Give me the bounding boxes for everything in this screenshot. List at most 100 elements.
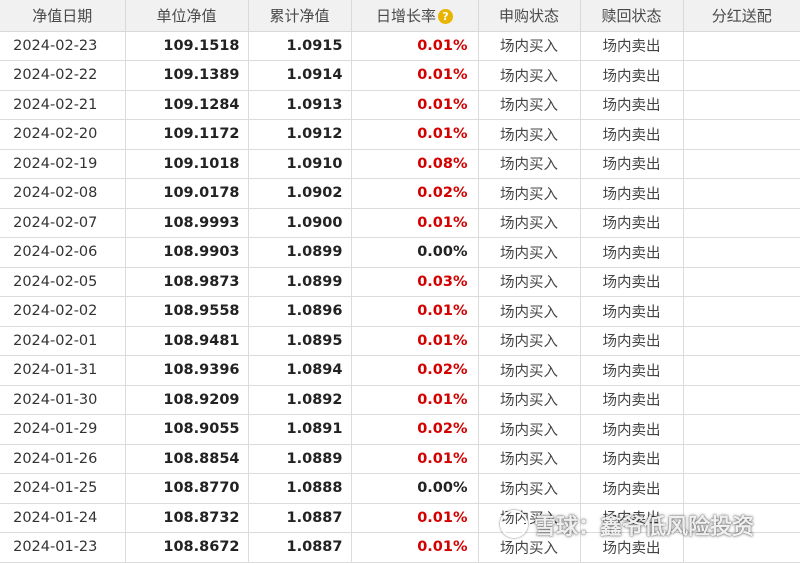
cell-daily-growth: 0.01% (351, 31, 479, 61)
cell-subscribe-status: 场内买入 (478, 414, 581, 445)
cell-daily-growth: 0.01% (351, 90, 479, 120)
cell-daily-growth: 0.01% (351, 296, 479, 327)
cell-dividend (683, 60, 800, 91)
cell-unit-nav: 108.9481 (125, 326, 249, 356)
cell-acc-nav: 1.0887 (248, 503, 352, 533)
cell-acc-nav: 1.0887 (248, 532, 352, 563)
cell-dividend (683, 473, 800, 504)
cell-date: 2024-01-31 (0, 355, 126, 386)
snowball-logo-icon (500, 510, 528, 538)
cell-daily-growth: 0.03% (351, 267, 479, 297)
cell-date: 2024-02-19 (0, 149, 126, 179)
cell-unit-nav: 109.1172 (125, 119, 249, 150)
cell-acc-nav: 1.0899 (248, 267, 352, 297)
cell-daily-growth: 0.02% (351, 355, 479, 386)
cell-daily-growth: 0.01% (351, 119, 479, 150)
cell-daily-growth: 0.02% (351, 178, 479, 209)
cell-redeem-status: 场内卖出 (580, 296, 684, 327)
cell-dividend (683, 267, 800, 297)
cell-unit-nav: 108.8854 (125, 444, 249, 474)
cell-redeem-status: 场内卖出 (580, 385, 684, 415)
cell-unit-nav: 108.8770 (125, 473, 249, 504)
table-row: 2024-02-06 108.9903 1.0899 0.00% 场内买入 场内卖出 (0, 237, 800, 268)
cell-date: 2024-02-01 (0, 326, 126, 356)
cell-subscribe-status: 场内买入 (478, 60, 581, 91)
cell-acc-nav: 1.0912 (248, 119, 352, 150)
table-row: 2024-02-20 109.1172 1.0912 0.01% 场内买入 场内卖出 (0, 119, 800, 150)
cell-date: 2024-02-22 (0, 60, 126, 91)
cell-redeem-status: 场内卖出 (580, 208, 684, 238)
cell-redeem-status: 场内卖出 (580, 326, 684, 356)
header-daily-growth-label: 日增长率 (375, 6, 436, 25)
cell-subscribe-status: 场内买入 (478, 473, 581, 504)
cell-date: 2024-02-21 (0, 90, 126, 120)
cell-subscribe-status: 场内买入 (478, 355, 581, 386)
cell-acc-nav: 1.0914 (248, 60, 352, 91)
cell-date: 2024-01-24 (0, 503, 126, 533)
cell-redeem-status: 场内卖出 (580, 414, 684, 445)
cell-acc-nav: 1.0915 (248, 31, 352, 61)
table-row: 2024-01-26 108.8854 1.0889 0.01% 场内买入 场内卖出 (0, 444, 800, 474)
cell-redeem-status: 场内卖出 (580, 90, 684, 120)
table-row: 2024-02-22 109.1389 1.0914 0.01% 场内买入 场内卖出 (0, 60, 800, 91)
cell-subscribe-status: 场内买入 (478, 178, 581, 209)
cell-redeem-status: 场内卖出 (580, 119, 684, 150)
watermark: 雪球：鑫爷低风险投资 (500, 508, 800, 548)
table-row: 2024-02-19 109.1018 1.0910 0.08% 场内买入 场内卖出 (0, 149, 800, 179)
cell-acc-nav: 1.0894 (248, 355, 352, 386)
header-subscribe-status: 申购状态 (478, 0, 581, 32)
cell-acc-nav: 1.0902 (248, 178, 352, 209)
cell-daily-growth: 0.08% (351, 149, 479, 179)
cell-unit-nav: 108.9209 (125, 385, 249, 415)
table-row: 2024-02-08 109.0178 1.0902 0.02% 场内买入 场内卖出 (0, 178, 800, 209)
cell-date: 2024-01-26 (0, 444, 126, 474)
cell-redeem-status: 场内卖出 (580, 444, 684, 474)
cell-dividend (683, 385, 800, 415)
cell-acc-nav: 1.0892 (248, 385, 352, 415)
cell-daily-growth: 0.01% (351, 208, 479, 238)
cell-acc-nav: 1.0900 (248, 208, 352, 238)
table-row: 2024-02-23 109.1518 1.0915 0.01% 场内买入 场内卖出 (0, 31, 800, 61)
question-mark-icon[interactable]: ? (438, 8, 453, 24)
cell-acc-nav: 1.0888 (248, 473, 352, 504)
cell-daily-growth: 0.01% (351, 503, 479, 533)
cell-dividend (683, 31, 800, 61)
cell-dividend (683, 237, 800, 268)
cell-date: 2024-02-05 (0, 267, 126, 297)
cell-unit-nav: 108.9873 (125, 267, 249, 297)
cell-subscribe-status: 场内买入 (478, 119, 581, 150)
cell-dividend (683, 414, 800, 445)
cell-acc-nav: 1.0913 (248, 90, 352, 120)
cell-acc-nav: 1.0895 (248, 326, 352, 356)
cell-daily-growth: 0.00% (351, 473, 479, 504)
cell-date: 2024-02-02 (0, 296, 126, 327)
cell-redeem-status: 场内卖出 (580, 149, 684, 179)
cell-date: 2024-02-23 (0, 31, 126, 61)
cell-subscribe-status: 场内买入 (478, 237, 581, 268)
cell-dividend (683, 119, 800, 150)
cell-unit-nav: 109.1018 (125, 149, 249, 179)
cell-acc-nav: 1.0889 (248, 444, 352, 474)
cell-subscribe-status: 场内买入 (478, 267, 581, 297)
header-daily-growth: 日增长率? (351, 0, 479, 32)
table-row: 2024-02-01 108.9481 1.0895 0.01% 场内买入 场内卖出 (0, 326, 800, 356)
cell-redeem-status: 场内卖出 (580, 237, 684, 268)
cell-dividend (683, 208, 800, 238)
header-redeem-status: 赎回状态 (580, 0, 684, 32)
cell-subscribe-status: 场内买入 (478, 31, 581, 61)
table-row: 2024-01-31 108.9396 1.0894 0.02% 场内买入 场内卖出 (0, 355, 800, 386)
table-row: 2024-02-05 108.9873 1.0899 0.03% 场内买入 场内卖出 (0, 267, 800, 297)
cell-daily-growth: 0.01% (351, 532, 479, 563)
cell-unit-nav: 109.0178 (125, 178, 249, 209)
cell-date: 2024-02-06 (0, 237, 126, 268)
cell-date: 2024-01-25 (0, 473, 126, 504)
cell-unit-nav: 109.1389 (125, 60, 249, 91)
cell-redeem-status: 场内卖出 (580, 473, 684, 504)
table-header-row: 净值日期 单位净值 累计净值 日增长率? 申购状态 赎回状态 分红送配 (0, 0, 800, 32)
table-row: 2024-01-30 108.9209 1.0892 0.01% 场内买入 场内卖出 (0, 385, 800, 415)
cell-unit-nav: 108.9396 (125, 355, 249, 386)
cell-dividend (683, 355, 800, 386)
cell-acc-nav: 1.0891 (248, 414, 352, 445)
cell-daily-growth: 0.01% (351, 444, 479, 474)
table-row: 2024-02-02 108.9558 1.0896 0.01% 场内买入 场内卖出 (0, 296, 800, 327)
